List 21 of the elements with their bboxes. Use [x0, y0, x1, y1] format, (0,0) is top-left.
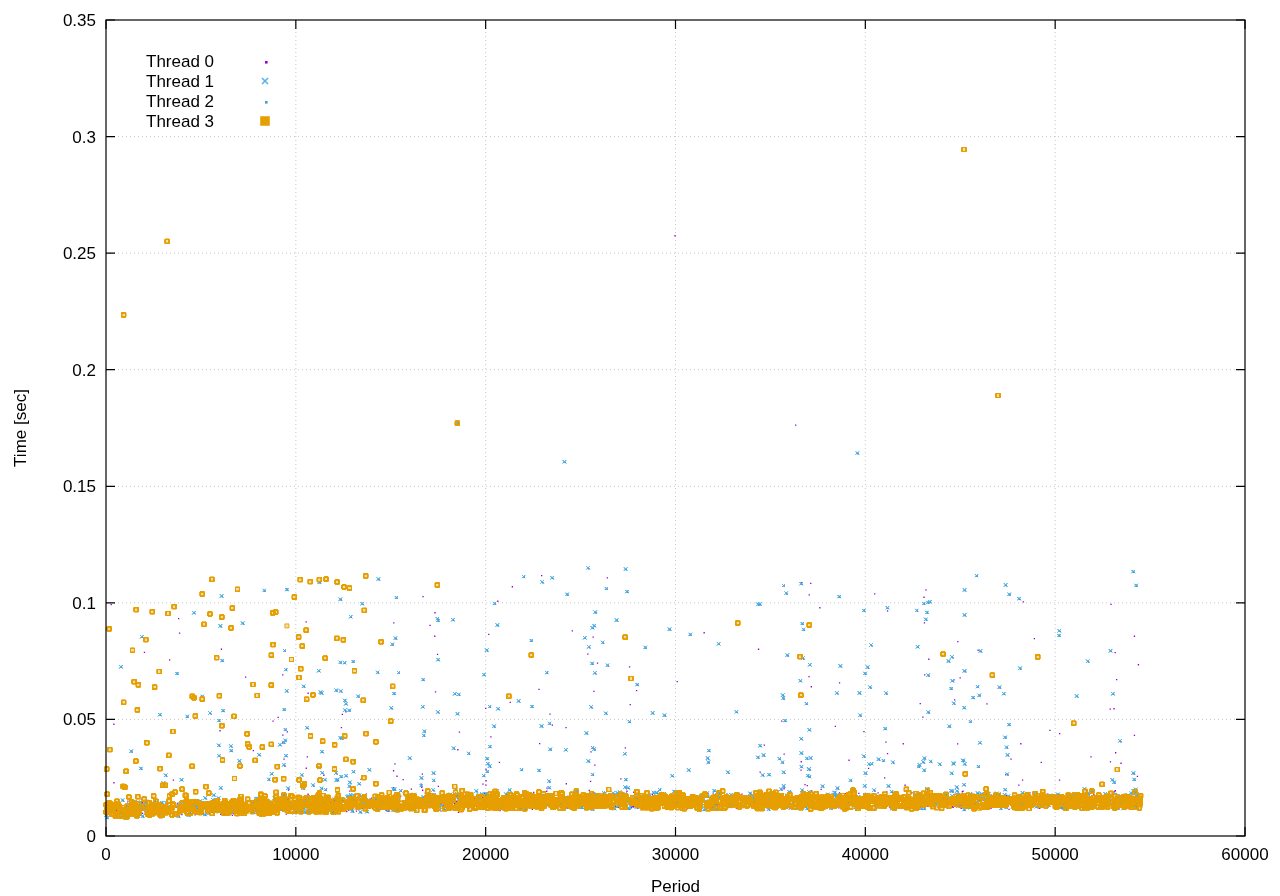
legend-label: Thread 2: [146, 92, 215, 111]
x-axis-label: Period: [650, 877, 701, 896]
legend-label: Thread 1: [146, 72, 215, 91]
x-tick-label: 50000: [1031, 845, 1079, 864]
y-tick-label: 0: [86, 827, 96, 846]
y-tick-label: 0.05: [62, 710, 96, 730]
x-tick-label: 20000: [462, 845, 510, 864]
x-tick-label: 0: [101, 845, 111, 864]
y-tick-label: 0.25: [62, 244, 96, 264]
y-tick-label: 0.35: [62, 11, 96, 30]
x-tick-label: 60000: [1221, 845, 1269, 864]
x-tick-label: 10000: [272, 845, 320, 864]
y-tick-label: 0.3: [72, 127, 96, 147]
y-tick-label: 0.1: [72, 593, 96, 613]
y-axis-label: Time [sec]: [11, 389, 30, 467]
legend-label: Thread 0: [146, 52, 215, 71]
x-tick-label: 40000: [841, 845, 889, 864]
legend-label: Thread 3: [146, 112, 215, 131]
y-tick-label: 0.15: [62, 477, 96, 497]
x-tick-label: 30000: [651, 845, 700, 864]
y-tick-label: 0.2: [72, 360, 96, 380]
